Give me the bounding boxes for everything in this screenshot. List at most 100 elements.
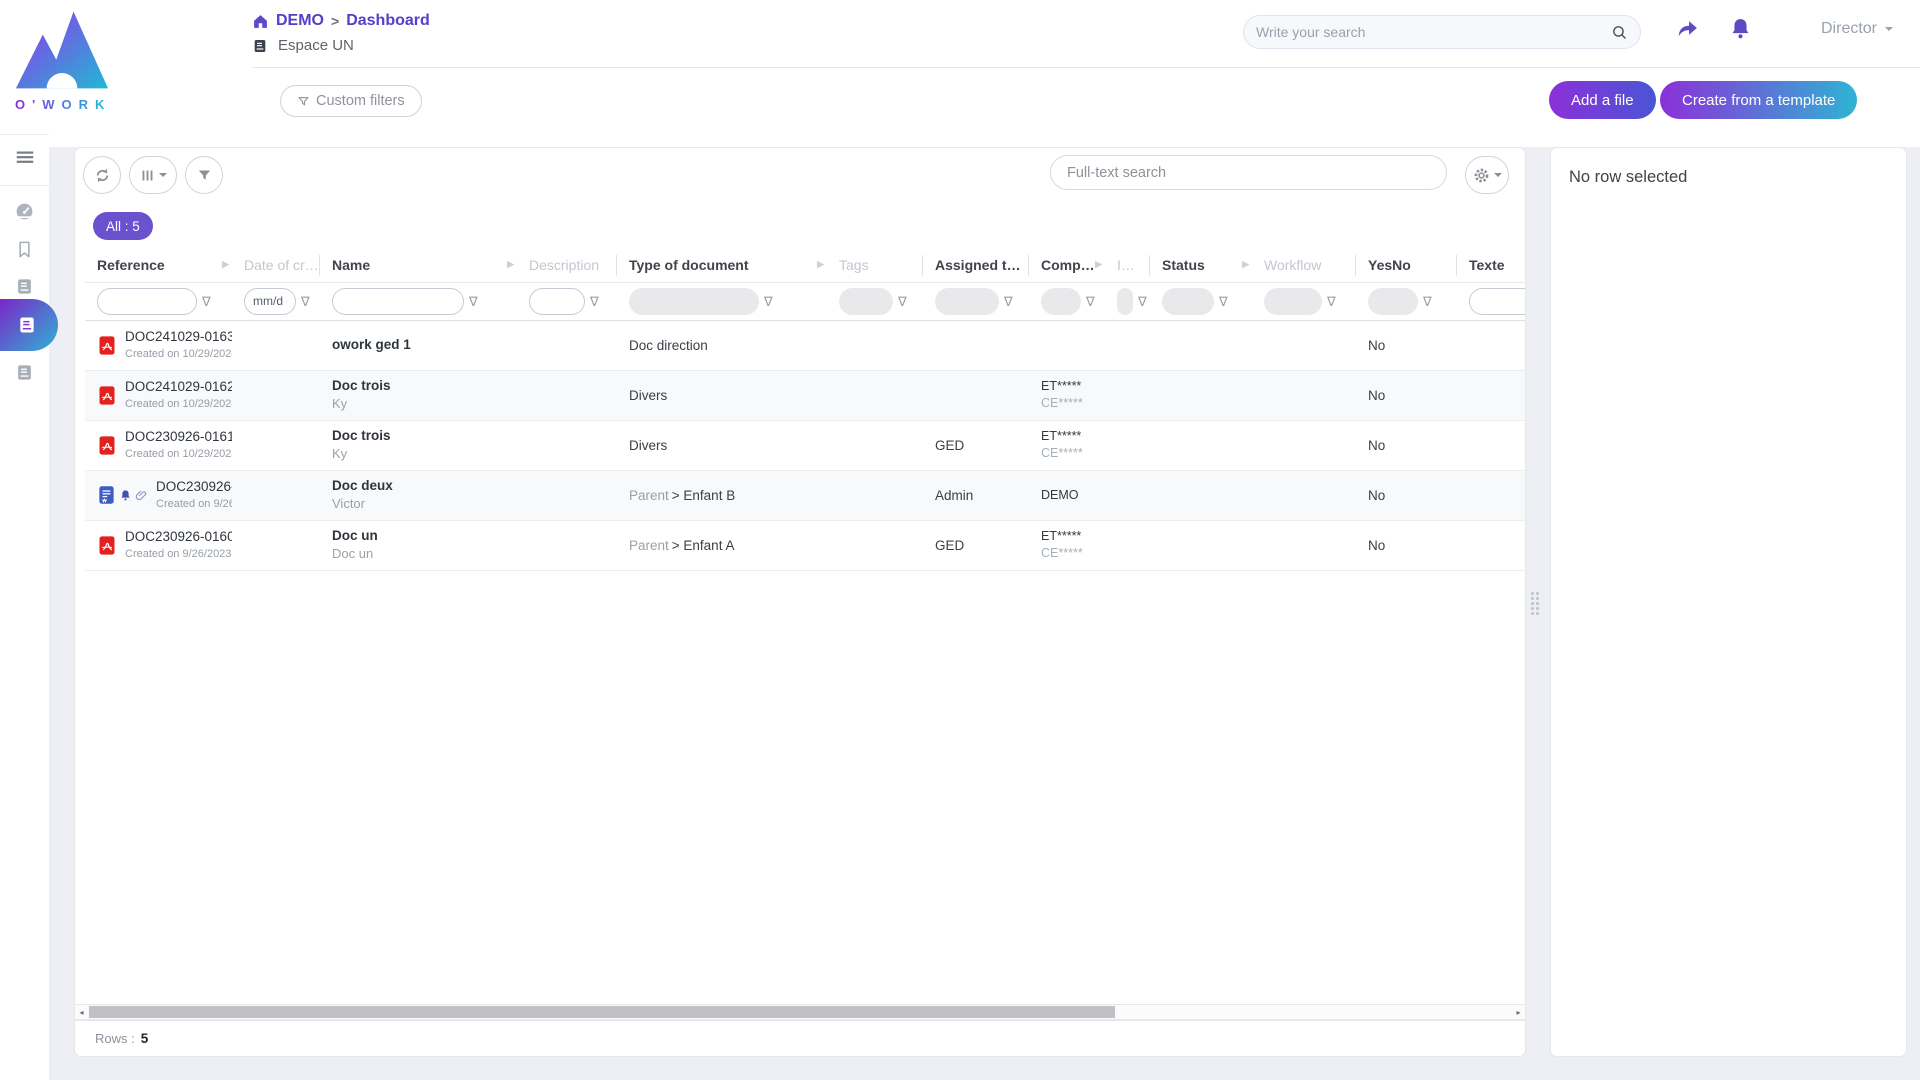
sidebar-item-space-1[interactable] — [0, 277, 49, 296]
filter-yesno-select[interactable] — [1368, 288, 1418, 315]
column-group-chevron-icon[interactable]: ▶ — [1242, 259, 1249, 270]
pdf-file-icon — [97, 534, 117, 557]
column-header-company[interactable]: Comp…▶ — [1029, 248, 1105, 282]
sidebar-item-bookmarks[interactable] — [0, 239, 49, 260]
column-header-description[interactable]: Description — [517, 248, 617, 282]
table-row[interactable]: DOC241029-01627-0Created on 10/29/2024 1… — [85, 370, 1525, 420]
filter-reference-input[interactable] — [97, 288, 197, 315]
filter-funnel-icon[interactable]: ∇ — [1219, 295, 1228, 308]
filter-funnel-icon[interactable]: ∇ — [1086, 295, 1095, 308]
filter-funnel-icon[interactable]: ∇ — [1327, 295, 1336, 308]
owork-logo-text: O'WORK — [15, 97, 111, 112]
sidebar — [0, 134, 49, 1080]
calendar-icon — [286, 296, 287, 307]
column-header-name[interactable]: Name▶ — [320, 248, 517, 282]
filter-assigned-select[interactable] — [935, 288, 999, 315]
scroll-left-arrow[interactable]: ◂ — [75, 1005, 88, 1019]
notifications-button[interactable] — [1728, 16, 1753, 45]
fulltext-search-input[interactable] — [1050, 155, 1447, 190]
sidebar-item-space-2[interactable] — [0, 363, 49, 382]
refresh-button[interactable] — [83, 156, 121, 194]
add-file-button[interactable]: Add a file — [1549, 81, 1656, 119]
horizontal-scrollbar[interactable]: ◂ ▸ — [75, 1004, 1525, 1020]
breadcrumb-root[interactable]: DEMO — [276, 12, 324, 30]
custom-filters-button[interactable]: Custom filters — [280, 85, 422, 117]
share-forward-icon — [1674, 16, 1701, 41]
filter-texte-input[interactable] — [1469, 288, 1525, 315]
filter-workflow-select[interactable] — [1264, 288, 1322, 315]
filter-funnel-icon[interactable]: ∇ — [1004, 295, 1013, 308]
breadcrumb-separator: > — [331, 13, 339, 29]
filter-funnel-icon[interactable]: ∇ — [202, 295, 211, 308]
filter-company-select[interactable] — [1041, 288, 1081, 315]
column-group-chevron-icon[interactable]: ▶ — [507, 259, 514, 270]
pdf-file-icon — [97, 434, 117, 457]
book-icon — [252, 38, 268, 54]
search-icon[interactable] — [1611, 24, 1628, 41]
column-header-date[interactable]: Date of cr… — [232, 248, 320, 282]
table-row[interactable]: DOC230926-01610-3Created on 10/29/2024 1… — [85, 420, 1525, 470]
filter-funnel-icon[interactable]: ∇ — [590, 295, 599, 308]
table-row[interactable]: DOC241029-01635-0Created on 10/29/2024 1… — [85, 320, 1525, 370]
column-group-chevron-icon[interactable]: ▶ — [222, 259, 229, 270]
sidebar-item-dashboard[interactable] — [0, 201, 49, 222]
space-label-row: Espace UN — [252, 37, 354, 54]
column-header-tags[interactable]: Tags — [827, 248, 923, 282]
no-row-selected-message: No row selected — [1569, 168, 1687, 187]
filter-status-select[interactable] — [1162, 288, 1214, 315]
breadcrumb: DEMO > Dashboard — [252, 12, 430, 30]
share-button[interactable] — [1674, 16, 1701, 44]
filter-funnel-icon[interactable]: ∇ — [1423, 295, 1432, 308]
scroll-right-arrow[interactable]: ▸ — [1512, 1005, 1525, 1019]
columns-icon — [139, 167, 156, 184]
column-header-yesno[interactable]: YesNo — [1356, 248, 1457, 282]
column-header-type[interactable]: Type of document▶ — [617, 248, 827, 282]
panel-resize-handle[interactable] — [1531, 592, 1539, 615]
table-row[interactable]: DOC230926-01608-0Created on 9/26/2023 3:… — [85, 520, 1525, 570]
rows-count: 5 — [141, 1031, 149, 1046]
column-header-assigned[interactable]: Assigned t… — [923, 248, 1029, 282]
filter-name-input[interactable] — [332, 288, 464, 315]
global-search-input[interactable] — [1256, 24, 1611, 40]
filter-funnel-icon[interactable]: ∇ — [764, 295, 773, 308]
column-group-chevron-icon[interactable]: ▶ — [817, 259, 824, 270]
table-settings-button[interactable] — [1465, 156, 1509, 194]
create-from-template-button[interactable]: Create from a template — [1660, 81, 1857, 119]
detail-panel: No row selected — [1551, 148, 1906, 1056]
filter-date-input[interactable]: mm/d — [244, 288, 296, 315]
column-header-workflow[interactable]: Workflow — [1252, 248, 1356, 282]
global-search — [1243, 15, 1641, 49]
book-icon — [15, 363, 34, 382]
column-header-i[interactable]: I… — [1105, 248, 1150, 282]
filter-description-input[interactable] — [529, 288, 585, 315]
tab-all-badge[interactable]: All : 5 — [93, 212, 153, 240]
column-group-chevron-icon[interactable]: ▶ — [1095, 259, 1102, 270]
sidebar-item-space-active[interactable] — [0, 299, 58, 351]
filter-funnel-icon[interactable]: ∇ — [1138, 295, 1147, 308]
scrollbar-thumb[interactable] — [89, 1006, 1115, 1018]
sidebar-menu-toggle[interactable] — [0, 146, 49, 168]
filter-icon — [297, 95, 310, 108]
column-header-reference[interactable]: Reference▶ — [85, 248, 232, 282]
filter-i-select[interactable] — [1117, 288, 1133, 315]
column-header-status[interactable]: Status▶ — [1150, 248, 1252, 282]
gauge-icon — [14, 201, 35, 222]
refresh-icon — [93, 166, 112, 185]
table-filter-button[interactable] — [185, 156, 223, 194]
hamburger-icon — [14, 146, 36, 168]
table-row[interactable]: DOC230926-01609-0Created on 9/26/2023 3:… — [85, 470, 1525, 520]
pdf-file-icon — [97, 384, 117, 407]
filter-funnel-icon[interactable]: ∇ — [301, 295, 310, 308]
column-header-texte[interactable]: Texte — [1457, 248, 1525, 282]
word-file-icon — [97, 484, 116, 506]
user-menu[interactable]: Director — [1821, 20, 1893, 38]
filter-type-select[interactable] — [629, 288, 759, 315]
columns-button[interactable] — [129, 156, 177, 194]
filter-funnel-icon[interactable]: ∇ — [898, 295, 907, 308]
gear-icon — [1472, 166, 1491, 185]
filter-tags-select[interactable] — [839, 288, 893, 315]
bell-icon — [1728, 16, 1753, 42]
home-icon[interactable] — [252, 13, 269, 30]
filter-funnel-icon[interactable]: ∇ — [469, 295, 478, 308]
breadcrumb-current[interactable]: Dashboard — [346, 12, 430, 30]
